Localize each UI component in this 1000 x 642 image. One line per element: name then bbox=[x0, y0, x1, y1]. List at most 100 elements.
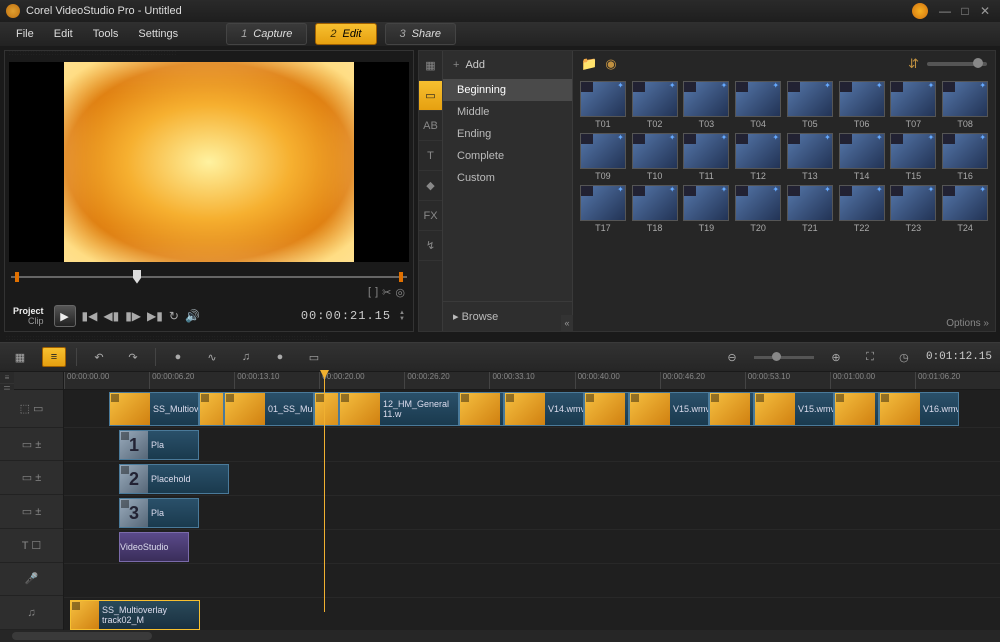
mode-project[interactable]: Project bbox=[13, 306, 44, 316]
horizontal-scrollbar[interactable] bbox=[0, 630, 1000, 642]
menu-tools[interactable]: Tools bbox=[83, 24, 129, 44]
voice-track-head[interactable]: 🎤 bbox=[0, 563, 63, 597]
redo-button[interactable]: ↷ bbox=[121, 347, 145, 367]
overlay1-track-head[interactable]: ▭ ± bbox=[0, 428, 63, 462]
mark-in-button[interactable]: [ bbox=[368, 286, 371, 299]
thumbnail[interactable]: T07 bbox=[890, 81, 938, 129]
zoom-slider[interactable] bbox=[754, 356, 814, 359]
collapse-button[interactable]: « bbox=[561, 315, 573, 331]
clip[interactable] bbox=[314, 392, 339, 426]
tc-down[interactable]: ▼ bbox=[399, 316, 405, 322]
thumbnail[interactable]: T05 bbox=[786, 81, 834, 129]
thumbnail[interactable]: T16 bbox=[941, 133, 989, 181]
mark-in-icon[interactable] bbox=[15, 272, 19, 282]
tab-transition[interactable]: AB bbox=[419, 111, 442, 141]
thumbnail[interactable]: T13 bbox=[786, 133, 834, 181]
thumbnail[interactable]: T01 bbox=[579, 81, 627, 129]
thumbnail[interactable]: T19 bbox=[683, 185, 731, 233]
step-capture[interactable]: 1Capture bbox=[226, 23, 307, 45]
close-button[interactable]: ✕ bbox=[976, 4, 994, 18]
tab-media[interactable]: ▦ bbox=[419, 51, 442, 81]
thumbnail[interactable]: T14 bbox=[838, 133, 886, 181]
tab-title[interactable]: T bbox=[419, 141, 442, 171]
timecode-display[interactable]: 00:00:21.15 bbox=[301, 309, 391, 323]
prev-frame-button[interactable]: ◀▮ bbox=[103, 309, 119, 323]
thumbnail[interactable]: T24 bbox=[941, 185, 989, 233]
list-item[interactable]: Middle bbox=[443, 101, 572, 123]
list-item[interactable]: Complete bbox=[443, 145, 572, 167]
scrub-thumb[interactable] bbox=[133, 270, 141, 284]
record-button[interactable]: ● bbox=[166, 347, 190, 367]
auto-music-button[interactable]: ♫ bbox=[234, 347, 258, 367]
thumbnail[interactable]: T08 bbox=[941, 81, 989, 129]
thumbnail[interactable]: T09 bbox=[579, 133, 627, 181]
options-button[interactable]: Options bbox=[946, 318, 980, 329]
zoom-in-button[interactable]: ⊕ bbox=[824, 347, 848, 367]
thumbnail[interactable]: T12 bbox=[734, 133, 782, 181]
thumbnail[interactable]: T21 bbox=[786, 185, 834, 233]
maximize-button[interactable]: □ bbox=[956, 4, 974, 18]
step-edit[interactable]: 2Edit bbox=[315, 23, 376, 45]
thumbnail[interactable]: T20 bbox=[734, 185, 782, 233]
clip[interactable]: 01_SS_Multiove bbox=[224, 392, 314, 426]
track-manager-button[interactable]: ▭ bbox=[302, 347, 326, 367]
clip[interactable] bbox=[199, 392, 224, 426]
menu-settings[interactable]: Settings bbox=[128, 24, 188, 44]
title-track-head[interactable]: T ☐ bbox=[0, 529, 63, 563]
zoom-out-button[interactable]: ⊖ bbox=[720, 347, 744, 367]
thumbnail[interactable]: T02 bbox=[631, 81, 679, 129]
menu-file[interactable]: File bbox=[6, 24, 44, 44]
thumbnail[interactable]: T18 bbox=[631, 185, 679, 233]
clip[interactable]: VideoStudio bbox=[119, 532, 189, 562]
storyboard-view-button[interactable]: ▦ bbox=[8, 347, 32, 367]
thumbnail[interactable]: T23 bbox=[890, 185, 938, 233]
mark-out-icon[interactable] bbox=[399, 272, 403, 282]
scrub-bar[interactable] bbox=[11, 268, 407, 283]
volume-button[interactable]: 🔊 bbox=[185, 309, 200, 323]
list-item[interactable]: Ending bbox=[443, 123, 572, 145]
mixer-button[interactable]: ∿ bbox=[200, 347, 224, 367]
thumbnail[interactable]: T03 bbox=[683, 81, 731, 129]
tracks-canvas[interactable]: SS_Multiover 01_SS_Multiove 12_HM_General … bbox=[64, 390, 1000, 630]
thumbnail[interactable]: T11 bbox=[683, 133, 731, 181]
time-ruler[interactable]: 00:00:00.0000:00:06.2000:00:13.1000:00:2… bbox=[64, 372, 1000, 389]
clip[interactable]: 2Placehold bbox=[119, 464, 229, 494]
tab-path[interactable]: ↯ bbox=[419, 231, 442, 261]
repeat-button[interactable]: ↻ bbox=[169, 309, 179, 323]
undo-button[interactable]: ↶ bbox=[87, 347, 111, 367]
play-button[interactable]: ▶ bbox=[54, 305, 76, 327]
clip[interactable]: V14.wmv bbox=[504, 392, 584, 426]
thumbnail[interactable]: T04 bbox=[734, 81, 782, 129]
clip[interactable]: V16.wmv bbox=[879, 392, 959, 426]
music-track-head[interactable]: ♫ bbox=[0, 596, 63, 630]
clip[interactable]: 12_HM_General 11.w bbox=[339, 392, 459, 426]
end-button[interactable]: ▶▮ bbox=[147, 309, 163, 323]
thumbnail[interactable]: T06 bbox=[838, 81, 886, 129]
list-item[interactable]: Custom bbox=[443, 167, 572, 189]
clip[interactable]: V15.wmv bbox=[629, 392, 709, 426]
thumbnail[interactable]: T17 bbox=[579, 185, 627, 233]
snapshot-button[interactable]: ◎ bbox=[395, 286, 405, 299]
step-share[interactable]: 3Share bbox=[385, 23, 456, 45]
clip[interactable]: SS_Multiover bbox=[109, 392, 199, 426]
fit-button[interactable]: ⛶ bbox=[858, 347, 882, 367]
mode-clip[interactable]: Clip bbox=[13, 316, 44, 326]
tab-graphic[interactable]: ◆ bbox=[419, 171, 442, 201]
playhead[interactable] bbox=[324, 372, 325, 612]
minimize-button[interactable]: — bbox=[936, 4, 954, 18]
marker-button[interactable]: ● bbox=[268, 347, 292, 367]
cut-button[interactable]: ✂ bbox=[382, 286, 391, 299]
clip[interactable] bbox=[834, 392, 879, 426]
clip[interactable] bbox=[584, 392, 629, 426]
overlay2-track-head[interactable]: ▭ ± bbox=[0, 461, 63, 495]
timeline-view-button[interactable]: ≡ bbox=[42, 347, 66, 367]
mark-out-button[interactable]: ] bbox=[375, 286, 378, 299]
thumbnail[interactable]: T10 bbox=[631, 133, 679, 181]
thumb-size-slider[interactable] bbox=[927, 62, 987, 66]
thumbnail[interactable]: T15 bbox=[890, 133, 938, 181]
preview-viewport[interactable] bbox=[9, 62, 409, 262]
home-button[interactable]: ▮◀ bbox=[82, 309, 98, 323]
sort-icon[interactable]: ⇵ bbox=[908, 56, 919, 72]
add-template[interactable]: +Add bbox=[443, 51, 572, 79]
browse-button[interactable]: ▸ Browse bbox=[443, 301, 572, 331]
